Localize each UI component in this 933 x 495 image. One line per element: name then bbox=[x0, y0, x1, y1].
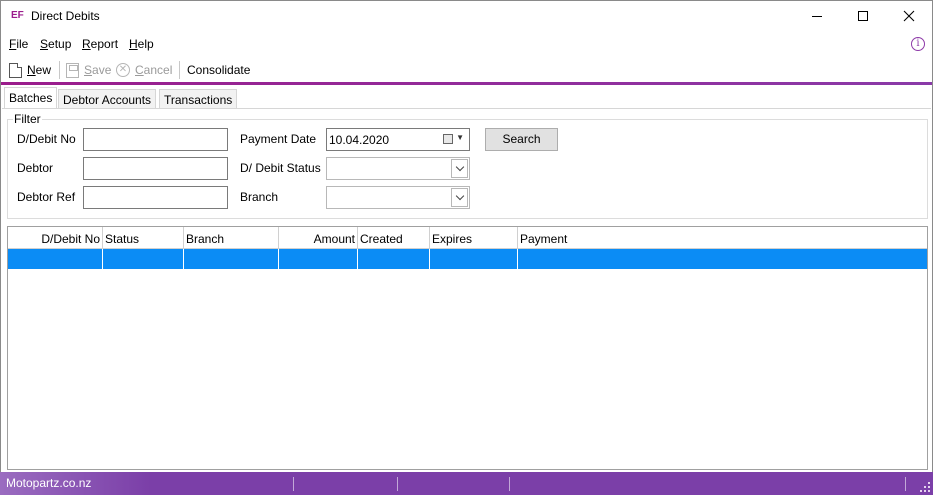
toolbar-separator bbox=[179, 61, 180, 79]
search-button[interactable]: Search bbox=[485, 128, 558, 151]
branch-dropdown-button[interactable] bbox=[451, 188, 468, 207]
debtor-label: Debtor bbox=[17, 161, 54, 175]
toolbar-separator bbox=[59, 61, 60, 79]
debit-no-input[interactable] bbox=[83, 128, 228, 151]
status-company: Motopartz.co.nz bbox=[6, 476, 92, 490]
tab-content-border bbox=[2, 108, 931, 109]
payment-date-label: Payment Date bbox=[240, 132, 317, 146]
menu-bar: File Setup Report Help bbox=[1, 34, 932, 54]
table-cell bbox=[430, 249, 518, 269]
new-label-rest: ew bbox=[35, 63, 52, 77]
menu-setup[interactable]: Setup bbox=[40, 37, 71, 51]
new-mnemonic: N bbox=[27, 63, 36, 77]
table-row[interactable] bbox=[8, 249, 927, 269]
title-bar[interactable]: EF Direct Debits bbox=[1, 1, 932, 31]
status-bar: Motopartz.co.nz bbox=[0, 472, 933, 495]
menu-file[interactable]: File bbox=[9, 37, 28, 51]
tab-batches[interactable]: Batches bbox=[4, 87, 58, 109]
status-divider bbox=[293, 477, 294, 491]
table-cell bbox=[103, 249, 184, 269]
resize-grip-icon[interactable] bbox=[920, 482, 930, 492]
app-window: EF Direct Debits File Setup Report Help … bbox=[0, 0, 933, 495]
tab-strip: Batches Debtor Accounts Transactions bbox=[1, 87, 932, 109]
cancel-mnemonic: C bbox=[135, 63, 144, 77]
payment-date-value: 10.04.2020 bbox=[329, 133, 390, 147]
consolidate-button-label: Consolidate bbox=[187, 63, 251, 77]
menu-setup-mnemonic: S bbox=[40, 37, 49, 51]
cancel-icon: ✕ bbox=[116, 63, 130, 77]
info-icon[interactable]: i bbox=[911, 37, 925, 51]
debit-status-dropdown-button[interactable] bbox=[451, 159, 468, 178]
debtor-input[interactable] bbox=[83, 157, 228, 180]
minimize-button[interactable] bbox=[794, 1, 840, 31]
column-header-branch[interactable]: Branch bbox=[184, 227, 279, 249]
chevron-down-icon bbox=[455, 191, 464, 201]
dropdown-arrow-icon[interactable]: ▼ bbox=[456, 133, 464, 142]
column-header-payment[interactable]: Payment bbox=[518, 227, 927, 249]
maximize-icon bbox=[858, 11, 868, 21]
branch-label: Branch bbox=[240, 190, 279, 204]
grid-header: D/Debit No Status Branch Amount Created … bbox=[8, 227, 927, 249]
menu-report[interactable]: Report bbox=[82, 37, 118, 51]
column-header-debit-no[interactable]: D/Debit No bbox=[8, 227, 103, 249]
app-logo: EF bbox=[11, 10, 24, 21]
new-button[interactable]: New bbox=[9, 61, 51, 79]
tab-debtor-accounts[interactable]: Debtor Accounts bbox=[58, 89, 157, 109]
table-cell bbox=[184, 249, 279, 269]
save-button[interactable]: Save bbox=[66, 61, 111, 79]
new-document-icon bbox=[9, 62, 22, 78]
column-header-created[interactable]: Created bbox=[358, 227, 430, 249]
column-header-amount[interactable]: Amount bbox=[279, 227, 358, 249]
column-header-status[interactable]: Status bbox=[103, 227, 184, 249]
debit-status-select[interactable] bbox=[326, 157, 470, 180]
chevron-down-icon bbox=[455, 162, 464, 172]
table-cell bbox=[279, 249, 358, 269]
tab-transactions[interactable]: Transactions bbox=[159, 89, 238, 109]
close-button[interactable] bbox=[886, 1, 932, 31]
save-mnemonic: S bbox=[84, 63, 93, 77]
new-button-label: New bbox=[27, 63, 51, 77]
debit-status-label: D/ Debit Status bbox=[240, 161, 321, 175]
status-divider bbox=[905, 477, 906, 491]
minimize-icon bbox=[812, 15, 822, 17]
menu-report-label: eport bbox=[90, 37, 119, 51]
menu-file-label: ile bbox=[16, 37, 29, 51]
menu-report-mnemonic: R bbox=[82, 37, 91, 51]
accent-divider bbox=[1, 82, 932, 85]
consolidate-button[interactable]: Consolidate bbox=[187, 61, 250, 79]
cancel-button[interactable]: ✕ Cancel bbox=[116, 61, 172, 79]
menu-help-label: elp bbox=[137, 37, 154, 51]
toolbar: New Save ✕ Cancel Consolidate bbox=[1, 59, 932, 81]
filter-legend: Filter bbox=[13, 112, 42, 126]
menu-setup-label: etup bbox=[48, 37, 72, 51]
branch-select[interactable] bbox=[326, 186, 470, 209]
menu-help[interactable]: Help bbox=[129, 37, 154, 51]
debit-no-label: D/Debit No bbox=[17, 132, 76, 146]
close-icon bbox=[903, 10, 915, 22]
status-divider bbox=[397, 477, 398, 491]
save-icon bbox=[66, 62, 79, 78]
window-title: Direct Debits bbox=[31, 9, 100, 23]
debtor-ref-label: Debtor Ref bbox=[17, 190, 76, 204]
table-cell bbox=[358, 249, 430, 269]
calendar-icon[interactable] bbox=[443, 134, 453, 144]
maximize-button[interactable] bbox=[840, 1, 886, 31]
debtor-ref-input[interactable] bbox=[83, 186, 228, 209]
cancel-label-rest: ancel bbox=[143, 63, 173, 77]
menu-help-mnemonic: H bbox=[129, 37, 138, 51]
column-header-expires[interactable]: Expires bbox=[430, 227, 518, 249]
table-cell bbox=[518, 249, 927, 269]
cancel-button-label: Cancel bbox=[135, 63, 172, 77]
payment-date-picker[interactable]: 10.04.2020 ▼ bbox=[326, 128, 470, 151]
table-cell bbox=[8, 249, 103, 269]
save-label-rest: ave bbox=[92, 63, 112, 77]
status-divider bbox=[509, 477, 510, 491]
save-button-label: Save bbox=[84, 63, 111, 77]
batches-grid[interactable]: D/Debit No Status Branch Amount Created … bbox=[7, 226, 928, 470]
